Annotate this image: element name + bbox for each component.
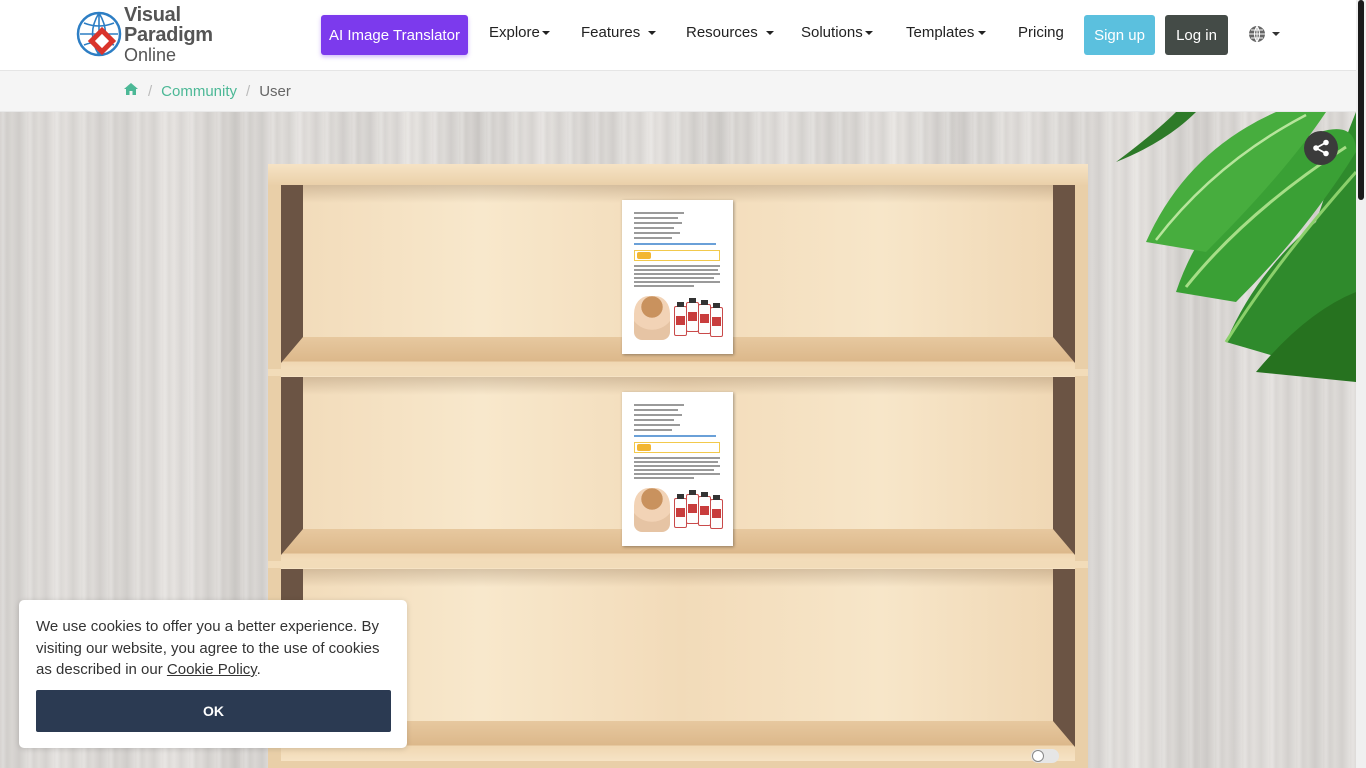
cookie-consent-banner: We use cookies to offer you a better exp…	[19, 600, 407, 748]
nav-features[interactable]: Features	[581, 24, 657, 41]
nav-solutions-label: Solutions	[801, 24, 863, 41]
signup-button[interactable]: Sign up	[1084, 15, 1155, 55]
cookie-ok-button[interactable]: OK	[36, 690, 391, 732]
nav-features-label: Features	[581, 24, 641, 41]
scrollbar-thumb[interactable]	[1358, 0, 1364, 200]
login-button[interactable]: Log in	[1165, 15, 1228, 55]
nav-solutions[interactable]: Solutions	[801, 24, 873, 41]
nav-explore-label: Explore	[489, 24, 540, 41]
breadcrumb-user: User	[259, 82, 291, 100]
nav-pricing-label: Pricing	[1018, 24, 1064, 41]
shelf-divider	[268, 561, 1088, 568]
nav-templates-label: Templates	[906, 24, 975, 41]
breadcrumb-community[interactable]: Community	[161, 83, 237, 100]
breadcrumb-separator: /	[148, 82, 153, 100]
nav-pricing[interactable]: Pricing	[1018, 24, 1064, 41]
view-toggle[interactable]	[1031, 749, 1059, 763]
caret-down-icon	[978, 31, 987, 36]
flipbook-cover[interactable]	[622, 392, 733, 546]
logo-line1: Visual Paradigm	[124, 3, 213, 46]
nav-resources[interactable]: Resources	[686, 24, 774, 41]
cookie-policy-link[interactable]: Cookie Policy	[167, 661, 257, 678]
breadcrumb-separator: /	[246, 82, 251, 100]
shelf-shadow	[303, 569, 1053, 587]
shelf-divider	[268, 369, 1088, 376]
home-icon[interactable]	[123, 82, 139, 100]
breadcrumb: / Community / User	[0, 71, 1356, 112]
logo-icon	[76, 11, 122, 57]
caret-down-icon	[541, 31, 550, 36]
page-scrollbar[interactable]	[1356, 0, 1366, 768]
share-icon	[1313, 139, 1329, 157]
ai-image-translator-button[interactable]: AI Image Translator	[321, 15, 468, 55]
cookie-message: We use cookies to offer you a better exp…	[36, 616, 390, 681]
site-logo[interactable]: Visual Paradigm Online	[76, 5, 266, 64]
nav-templates[interactable]: Templates	[906, 24, 987, 41]
cookie-text-end: .	[256, 661, 261, 678]
top-navbar: Visual Paradigm Online AI Image Translat…	[0, 0, 1356, 71]
shelf-1	[281, 185, 1075, 377]
caret-down-icon	[765, 31, 774, 36]
logo-line2: Online	[124, 44, 177, 65]
logo-text: Visual Paradigm Online	[124, 5, 266, 64]
caret-down-icon	[864, 31, 873, 36]
language-selector[interactable]	[1248, 25, 1280, 43]
nav-resources-label: Resources	[686, 24, 758, 41]
flipbook-cover[interactable]	[622, 200, 733, 354]
caret-down-icon	[1272, 32, 1280, 36]
toggle-knob	[1032, 750, 1044, 762]
nav-explore[interactable]: Explore	[489, 24, 550, 41]
bookcase-top	[268, 164, 1088, 185]
share-button[interactable]	[1304, 131, 1338, 165]
globe-icon	[1249, 25, 1265, 43]
shelf-2	[281, 377, 1075, 569]
caret-down-icon	[648, 31, 657, 36]
